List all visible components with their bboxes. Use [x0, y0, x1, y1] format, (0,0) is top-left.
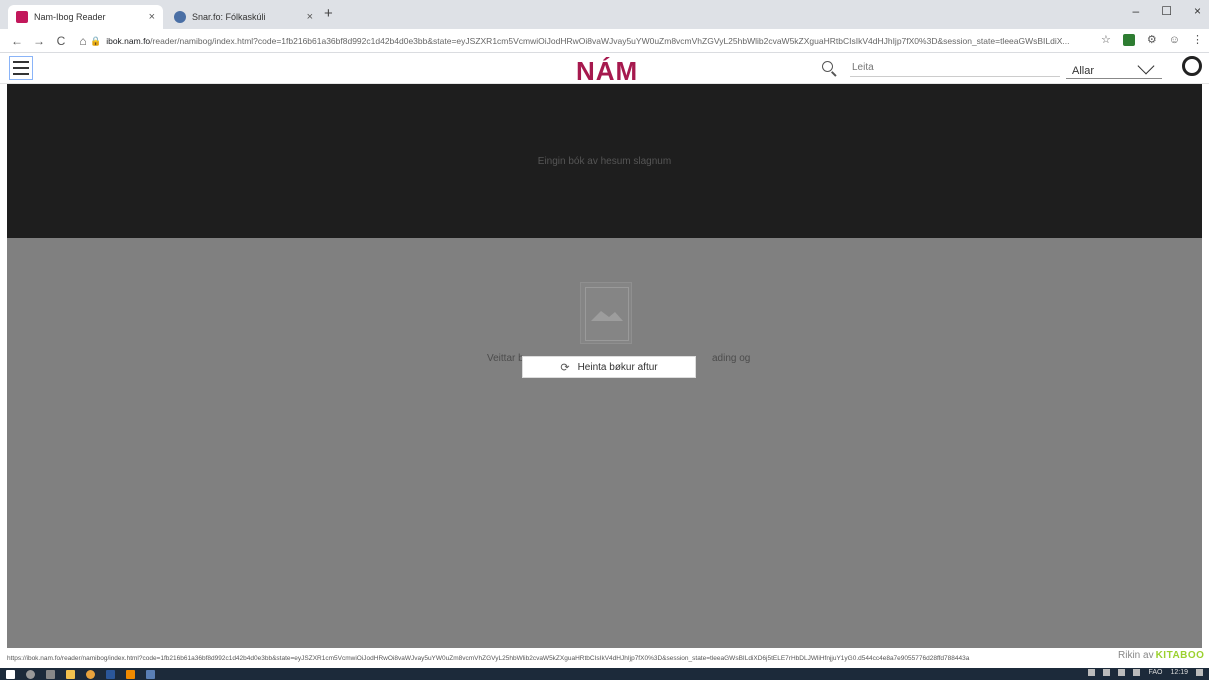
chevron-down-icon — [1137, 57, 1155, 75]
network-icon[interactable] — [1118, 669, 1126, 676]
tray-icon[interactable] — [1103, 669, 1111, 676]
search-icon[interactable] — [822, 61, 833, 72]
keyboard-language[interactable]: FAO — [1148, 669, 1162, 676]
windows-start-icon[interactable] — [6, 669, 15, 679]
app-header: NÁM Allar — [0, 53, 1209, 86]
tab-close-icon[interactable]: × — [149, 11, 155, 23]
app-icon[interactable] — [146, 669, 155, 679]
reload-books-label: Heinta bøkur aftur — [577, 361, 658, 373]
maximize-button[interactable]: ☐ — [1161, 4, 1172, 18]
window-controls: – ☐ × — [1133, 4, 1201, 18]
address-bar[interactable]: 🔒 ibok.nam.fo /reader/namibog/index.html… — [90, 32, 1110, 50]
menu-dots-icon[interactable]: ⋮ — [1192, 33, 1203, 46]
file-explorer-icon[interactable] — [66, 669, 75, 679]
notifications-icon[interactable] — [1196, 669, 1203, 676]
powered-by: Rikin av KITABOO — [1118, 650, 1205, 661]
url-host: ibok.nam.fo — [106, 36, 151, 46]
bookshelf-overlay: Veittar b ading og ⟳ Heinta bøkur aftur — [7, 238, 1202, 648]
browser-tab-strip: Nam-Ibog Reader × Snar.fo: Fólkaskúli × … — [0, 0, 1209, 29]
new-tab-button[interactable]: + — [324, 5, 333, 22]
url-path: /reader/namibog/index.html?code=1fb216b6… — [150, 36, 1070, 46]
profile-icon[interactable]: ☺ — [1169, 34, 1180, 46]
hamburger-menu-icon[interactable] — [9, 56, 33, 80]
tab-title: Snar.fo: Fólkaskúli — [192, 12, 266, 22]
minimize-button[interactable]: – — [1133, 4, 1140, 18]
empty-state-message: Eingin bók av hesum slagnum — [537, 156, 672, 167]
book-placeholder-image-icon — [580, 282, 632, 344]
category-filter-select[interactable]: Allar — [1066, 57, 1162, 79]
reload-books-button[interactable]: ⟳ Heinta bøkur aftur — [522, 356, 696, 378]
reload-button[interactable]: C — [52, 34, 70, 48]
lock-icon: 🔒 — [90, 35, 102, 46]
kitaboo-logo: KITABOO — [1155, 650, 1205, 661]
system-tray: FAO 12:19 — [1088, 669, 1203, 676]
tray-icon[interactable] — [1088, 669, 1096, 676]
tab-snar-folkaskuli[interactable]: Snar.fo: Fólkaskúli × — [166, 5, 321, 29]
nam-favicon-icon — [16, 11, 28, 23]
task-view-icon[interactable] — [46, 669, 55, 679]
tab-close-icon[interactable]: × — [307, 11, 313, 23]
forward-button[interactable]: → — [30, 34, 48, 48]
user-avatar-icon[interactable] — [1182, 56, 1202, 76]
snar-favicon-icon — [174, 11, 186, 23]
tab-nam-ibog-reader[interactable]: Nam-Ibog Reader × — [8, 5, 163, 29]
vlc-icon[interactable] — [126, 669, 135, 679]
word-icon[interactable] — [106, 669, 115, 679]
windows-taskbar: FAO 12:19 — [0, 668, 1209, 680]
volume-icon[interactable] — [1133, 669, 1141, 676]
tab-title: Nam-Ibog Reader — [34, 12, 106, 22]
filter-selected-value: Allar — [1072, 65, 1095, 77]
extension-settings-icon[interactable]: ⚙ — [1147, 33, 1157, 46]
toolbar-actions: ☆ ⚙ ☺ ⋮ — [1101, 33, 1203, 46]
status-bar-url: https://ibok.nam.fo/reader/namibog/index… — [7, 655, 970, 662]
chrome-icon[interactable] — [86, 669, 95, 679]
search-taskbar-icon[interactable] — [26, 669, 35, 679]
close-window-button[interactable]: × — [1194, 4, 1201, 18]
search-input[interactable] — [850, 59, 1060, 77]
refresh-icon: ⟳ — [560, 361, 570, 374]
featured-books-area: Eingin bók av hesum slagnum — [7, 84, 1202, 238]
clock[interactable]: 12:19 — [1170, 669, 1188, 676]
bookmark-star-icon[interactable]: ☆ — [1101, 33, 1111, 46]
back-button[interactable]: ← — [8, 34, 26, 48]
nam-logo: NÁM — [576, 56, 639, 86]
extension-icon[interactable] — [1122, 33, 1135, 46]
browser-toolbar: ← → C ⌂ 🔒 ibok.nam.fo /reader/namibog/in… — [0, 29, 1209, 53]
